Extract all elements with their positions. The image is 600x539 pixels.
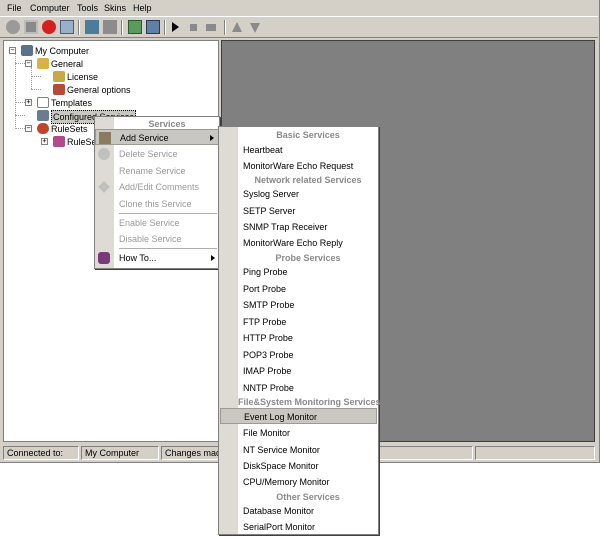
echo-request-menu-item[interactable]: MonitorWare Echo Request bbox=[219, 158, 378, 174]
status-changes: Changes made bbox=[161, 446, 223, 460]
clone-service-menu-item[interactable]: Clone this Service bbox=[95, 196, 219, 212]
grid-icon[interactable] bbox=[103, 20, 117, 34]
network-icon[interactable] bbox=[85, 20, 99, 34]
file-monitor-menu-item[interactable]: File Monitor bbox=[219, 425, 378, 441]
collapse-my-computer-toggle[interactable]: − bbox=[9, 47, 16, 54]
down-arrow-icon[interactable] bbox=[250, 23, 260, 33]
step-icon[interactable] bbox=[206, 24, 216, 31]
diskspace-monitor-menu-item[interactable]: DiskSpace Monitor bbox=[219, 458, 378, 474]
expand-ruleset-toggle[interactable]: + bbox=[41, 138, 48, 145]
http-probe-menu-item[interactable]: HTTP Probe bbox=[219, 330, 378, 346]
network-services-header: Network related Services bbox=[254, 175, 362, 185]
templates-icon bbox=[37, 97, 49, 108]
submenu-arrow-icon bbox=[211, 255, 215, 261]
computer-icon bbox=[21, 45, 33, 56]
database-monitor-menu-item[interactable]: Database Monitor bbox=[219, 503, 378, 519]
syslog-server-menu-item[interactable]: Syslog Server bbox=[219, 186, 378, 202]
delete-icon bbox=[98, 148, 110, 160]
stop-square-icon[interactable] bbox=[190, 24, 197, 31]
services-icon bbox=[37, 110, 49, 121]
status-connected-label: Connected to: bbox=[3, 446, 79, 460]
cpu-memory-monitor-menu-item[interactable]: CPU/Memory Monitor bbox=[219, 474, 378, 490]
collapse-general-toggle[interactable]: − bbox=[25, 60, 32, 67]
menu-skins[interactable]: Skins bbox=[104, 3, 126, 13]
comment-icon bbox=[98, 181, 110, 193]
add-edit-comments-menu-item[interactable]: Add/Edit Comments bbox=[95, 179, 219, 195]
play-icon[interactable] bbox=[172, 22, 179, 32]
menu-separator bbox=[119, 213, 217, 214]
event-log-monitor-menu-item[interactable]: Event Log Monitor bbox=[220, 408, 377, 424]
heartbeat-menu-item[interactable]: Heartbeat bbox=[219, 142, 378, 158]
save-icon[interactable] bbox=[24, 20, 38, 34]
ping-probe-menu-item[interactable]: Ping Probe bbox=[219, 264, 378, 280]
status-computer: My Computer bbox=[81, 446, 159, 460]
ruleset-icon bbox=[53, 136, 65, 147]
general-folder-icon bbox=[37, 58, 49, 69]
disable-service-menu-item[interactable]: Disable Service bbox=[95, 231, 219, 247]
menu-bar: File Computer Tools Skins Help bbox=[0, 0, 598, 16]
up-arrow-icon[interactable] bbox=[232, 22, 242, 32]
stop-icon[interactable] bbox=[42, 20, 56, 34]
add-service-menu-item[interactable]: Add Service bbox=[95, 129, 219, 145]
add-service-submenu: Basic Services Heartbeat MonitorWare Ech… bbox=[218, 126, 381, 535]
basic-services-header: Basic Services bbox=[276, 130, 340, 140]
book-icon bbox=[98, 252, 110, 264]
nntp-probe-menu-item[interactable]: NNTP Probe bbox=[219, 380, 378, 396]
other-services-header: Other Services bbox=[276, 492, 340, 502]
smtp-probe-menu-item[interactable]: SMTP Probe bbox=[219, 297, 378, 313]
imap-probe-menu-item[interactable]: IMAP Probe bbox=[219, 363, 378, 379]
menu-help[interactable]: Help bbox=[133, 3, 152, 13]
expand-templates-toggle[interactable]: + bbox=[25, 99, 32, 106]
context-menu: Services Add Service Delete Service Rena… bbox=[94, 116, 220, 269]
menu-separator bbox=[119, 248, 217, 249]
search-icon[interactable] bbox=[60, 20, 74, 34]
check-icon[interactable] bbox=[6, 20, 20, 34]
status-pane-6 bbox=[475, 446, 595, 460]
menu-file[interactable]: File bbox=[7, 3, 22, 13]
ftp-probe-menu-item[interactable]: FTP Probe bbox=[219, 314, 378, 330]
toolbar bbox=[0, 16, 598, 38]
collapse-rulesets-toggle[interactable]: − bbox=[25, 125, 32, 132]
filesystem-services-header: File&System Monitoring Services bbox=[238, 397, 381, 407]
rulesets-icon bbox=[37, 123, 49, 134]
setp-server-menu-item[interactable]: SETP Server bbox=[219, 203, 378, 219]
enable-service-menu-item[interactable]: Enable Service bbox=[95, 215, 219, 231]
delete-service-menu-item[interactable]: Delete Service bbox=[95, 146, 219, 162]
serialport-monitor-menu-item[interactable]: SerialPort Monitor bbox=[219, 519, 378, 535]
nt-service-monitor-menu-item[interactable]: NT Service Monitor bbox=[219, 442, 378, 458]
report-icon[interactable] bbox=[146, 20, 160, 34]
pop3-probe-menu-item[interactable]: POP3 Probe bbox=[219, 347, 378, 363]
rename-service-menu-item[interactable]: Rename Service bbox=[95, 163, 219, 179]
key-icon bbox=[53, 71, 65, 82]
snmp-trap-menu-item[interactable]: SNMP Trap Receiver bbox=[219, 219, 378, 235]
echo-reply-menu-item[interactable]: MonitorWare Echo Reply bbox=[219, 235, 378, 251]
refresh-icon[interactable] bbox=[128, 20, 142, 34]
how-to-menu-item[interactable]: How To... bbox=[95, 250, 219, 266]
add-service-icon bbox=[99, 132, 111, 144]
menu-tools[interactable]: Tools bbox=[77, 3, 98, 13]
menu-computer[interactable]: Computer bbox=[30, 3, 70, 13]
port-probe-menu-item[interactable]: Port Probe bbox=[219, 281, 378, 297]
submenu-arrow-icon bbox=[210, 135, 214, 141]
probe-services-header: Probe Services bbox=[275, 253, 341, 263]
options-icon bbox=[53, 84, 65, 95]
